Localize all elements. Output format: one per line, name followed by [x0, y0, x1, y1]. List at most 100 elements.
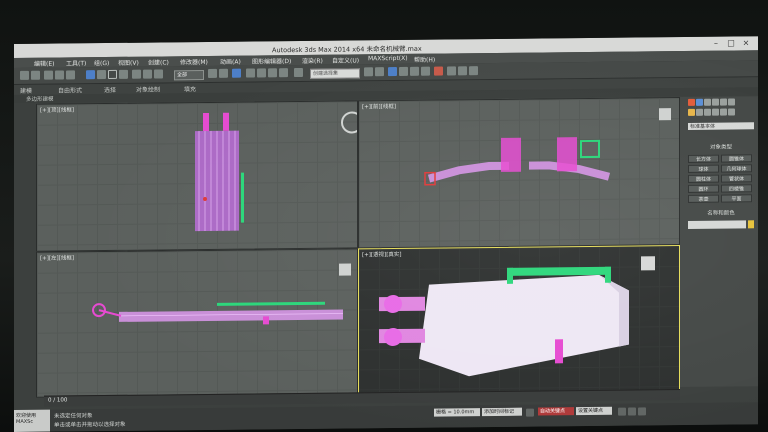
play-icon[interactable] — [618, 407, 626, 416]
viewport-left[interactable]: [+][左][线框] — [36, 248, 358, 398]
ribbon-tab-selection[interactable]: 选择 — [104, 85, 116, 94]
undo-icon[interactable] — [20, 70, 29, 80]
select-manipulate-icon[interactable] — [219, 68, 228, 78]
snap-toggle-icon[interactable] — [246, 68, 255, 78]
menu-tools[interactable]: 工具(T) — [66, 58, 86, 67]
unlink-icon[interactable] — [55, 70, 64, 80]
teapot-button[interactable]: 茶壶 — [688, 194, 719, 203]
menu-rendering[interactable]: 渲染(R) — [302, 56, 323, 65]
box-button[interactable]: 长方体 — [688, 154, 719, 163]
menu-group[interactable]: 组(G) — [94, 58, 109, 67]
percent-snap-icon[interactable] — [268, 68, 277, 78]
rendered-frame-icon[interactable] — [458, 66, 467, 76]
cylinder-button[interactable]: 圆柱体 — [688, 174, 719, 183]
rollout-object-type[interactable]: 对象类型 — [688, 142, 754, 151]
render-icon[interactable] — [469, 66, 478, 76]
robot-arm-side-view — [92, 301, 343, 325]
geosphere-button[interactable]: 几何球体 — [721, 164, 752, 173]
plane-button[interactable]: 平面 — [721, 194, 752, 203]
cone-button[interactable]: 圆锥体 — [721, 154, 752, 163]
ribbon-tab-object-paint[interactable]: 对象绘制 — [136, 84, 160, 93]
lights-icon[interactable] — [704, 108, 711, 116]
create-tab-icon[interactable] — [688, 98, 695, 106]
menu-graph-editors[interactable]: 图形编辑器(D) — [252, 56, 291, 65]
minimize-icon[interactable]: – — [710, 39, 722, 48]
torus-button[interactable]: 圆环 — [688, 184, 719, 193]
mirror-icon[interactable] — [364, 67, 373, 77]
edit-named-sel-icon[interactable] — [294, 67, 303, 78]
curve-editor-icon[interactable] — [410, 66, 419, 76]
redo-icon[interactable] — [31, 70, 40, 80]
named-selection-field[interactable]: 创建选择集 — [310, 68, 360, 79]
render-setup-icon[interactable] — [447, 66, 456, 76]
ribbon-tab-freeform[interactable]: 自由形式 — [58, 85, 82, 94]
viewport-perspective[interactable]: [+][透视][真实] — [358, 245, 680, 395]
menu-create[interactable]: 创建(C) — [148, 57, 169, 66]
next-frame-icon[interactable] — [628, 407, 636, 416]
motion-tab-icon[interactable] — [712, 98, 719, 106]
graphite-toggle-icon[interactable] — [399, 66, 408, 76]
menu-maxscript[interactable]: MAXScript(X) — [368, 55, 408, 62]
rollout-name-color[interactable]: 名称和颜色 — [688, 208, 754, 217]
ribbon-tab-populate[interactable]: 填充 — [184, 84, 196, 93]
pyramid-button[interactable]: 四棱锥 — [721, 184, 752, 193]
robot-arm-perspective — [379, 266, 629, 377]
object-name-field[interactable] — [688, 220, 746, 229]
utilities-tab-icon[interactable] — [728, 98, 735, 106]
key-mode-icon[interactable] — [526, 408, 534, 417]
maxscript-listener[interactable]: 欢迎使用 MAXSc — [14, 409, 50, 432]
add-time-tag-button[interactable]: 添加时间标记 — [482, 407, 522, 417]
hierarchy-tab-icon[interactable] — [704, 98, 711, 106]
goto-end-icon[interactable] — [638, 407, 646, 416]
scale-icon[interactable] — [154, 69, 163, 79]
ribbon-tab-modeling[interactable]: 建模 — [20, 86, 32, 95]
viewport-front[interactable]: [+][前][线框] — [358, 97, 680, 249]
select-object-icon[interactable] — [86, 70, 95, 80]
spinner-snap-icon[interactable] — [279, 68, 288, 78]
move-icon[interactable] — [132, 69, 141, 79]
close-icon[interactable]: × — [740, 38, 752, 47]
auto-key-button[interactable]: 自动关键点 — [538, 407, 574, 416]
display-tab-icon[interactable] — [720, 98, 727, 106]
schematic-view-icon[interactable] — [421, 66, 430, 76]
link-icon[interactable] — [44, 70, 53, 80]
window-crossing-icon[interactable] — [119, 69, 128, 79]
rotate-icon[interactable] — [143, 69, 152, 79]
menu-views[interactable]: 视图(V) — [118, 58, 139, 67]
shapes-icon[interactable] — [696, 108, 703, 116]
viewcube-icon[interactable] — [341, 111, 358, 134]
tube-button[interactable]: 管状体 — [721, 174, 752, 183]
set-key-button[interactable]: 设置关键点 — [576, 406, 612, 416]
viewcube-icon[interactable] — [659, 108, 671, 121]
maximize-icon[interactable]: □ — [725, 38, 737, 47]
material-editor-icon[interactable] — [434, 66, 443, 76]
category-dropdown[interactable]: 标准基本体 — [688, 122, 754, 130]
bind-space-warp-icon[interactable] — [66, 70, 75, 80]
align-icon[interactable] — [375, 67, 384, 77]
menu-animation[interactable]: 动画(A) — [220, 57, 241, 66]
viewcube-icon[interactable] — [339, 263, 351, 276]
menu-help[interactable]: 帮助(H) — [414, 55, 435, 64]
command-panel-tabs — [688, 98, 736, 108]
angle-snap-icon[interactable] — [257, 68, 266, 78]
select-by-name-icon[interactable] — [97, 70, 106, 80]
object-color-swatch[interactable] — [748, 220, 754, 229]
geometry-icon[interactable] — [688, 108, 695, 116]
menu-edit[interactable]: 编辑(E) — [34, 59, 54, 68]
viewcube-icon[interactable] — [641, 256, 655, 271]
menu-modifiers[interactable]: 修改器(M) — [180, 57, 208, 66]
viewport-top[interactable]: [+][顶][线框] — [36, 100, 358, 252]
cameras-icon[interactable] — [712, 108, 719, 116]
layer-manager-icon[interactable] — [388, 66, 397, 77]
named-selection-text: 创建选择集 — [313, 70, 339, 77]
helpers-icon[interactable] — [720, 108, 727, 116]
menu-customize[interactable]: 自定义(U) — [332, 55, 359, 64]
reference-coord-value: 全部 — [177, 72, 188, 79]
reference-coord-dropdown[interactable]: 全部 — [174, 70, 204, 81]
pivot-icon[interactable] — [208, 68, 217, 78]
spacewarps-icon[interactable] — [728, 108, 735, 116]
keyboard-shortcut-icon[interactable] — [232, 68, 241, 78]
modify-tab-icon[interactable] — [696, 98, 703, 106]
sphere-button[interactable]: 球体 — [688, 164, 719, 173]
rect-selection-icon[interactable] — [108, 69, 117, 80]
